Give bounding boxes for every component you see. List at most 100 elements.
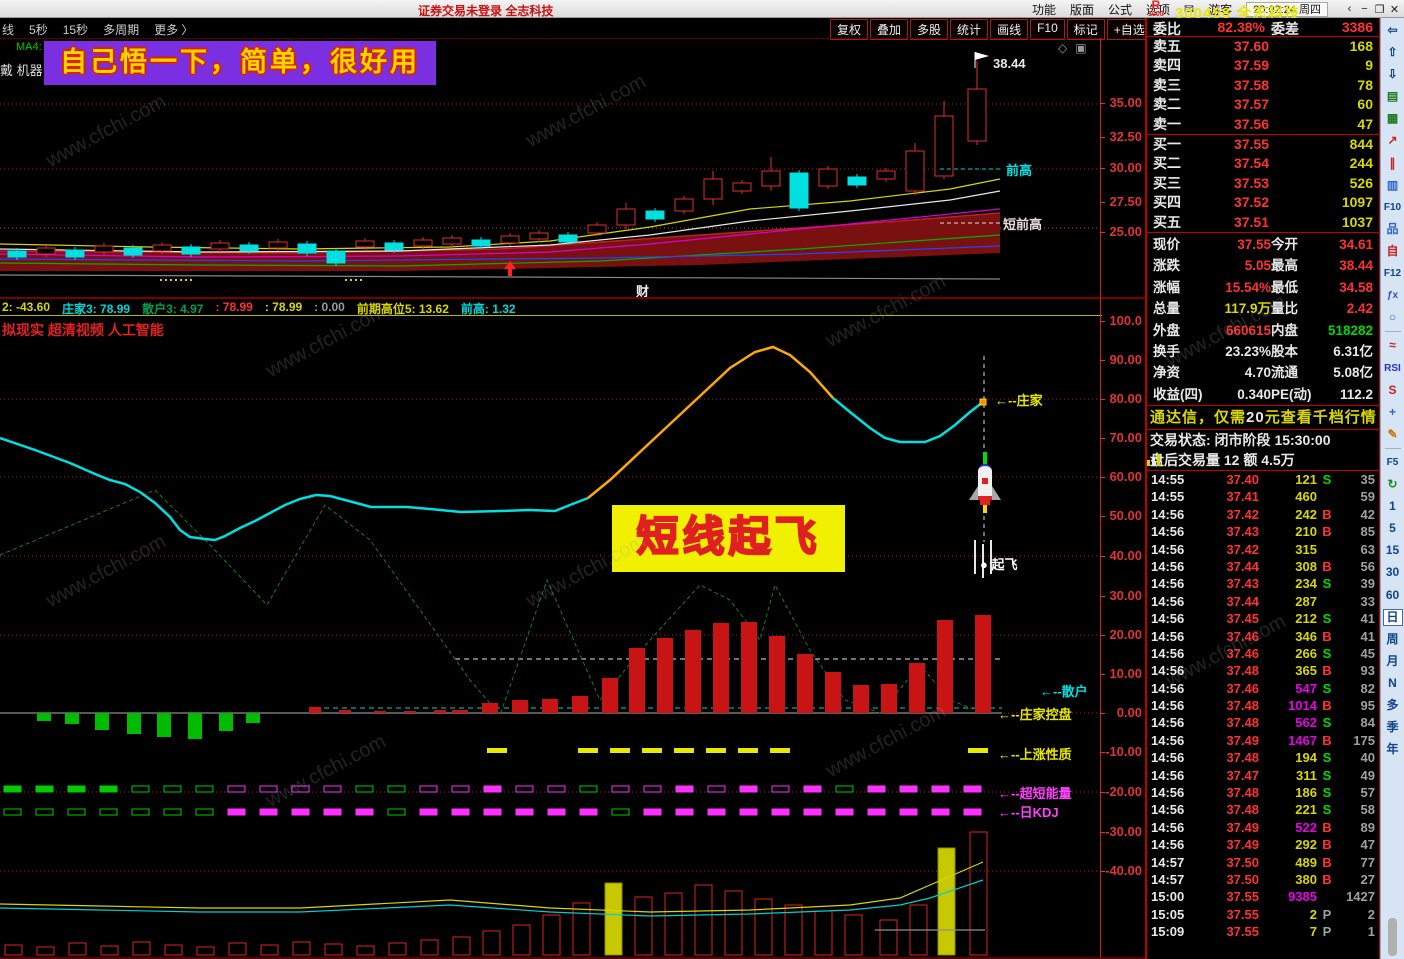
tick-row: 14:56 37.47 311 S 49	[1151, 767, 1375, 783]
tick-row: 15:00 37.55 9385 1427	[1151, 889, 1375, 905]
annotation-banner: 自己悟一下，简单，很好用	[44, 41, 436, 85]
tick-row: 14:56 37.48 186 S 57	[1151, 785, 1375, 801]
tick-row: 14:56 37.46 547 S 82	[1151, 680, 1375, 696]
period-60-tab[interactable]: 60	[1383, 587, 1403, 604]
period-1-tab[interactable]: 1	[1383, 498, 1403, 515]
toolbar-button-复权[interactable]: 复权	[830, 19, 869, 40]
close-button[interactable]: ✕	[1387, 3, 1402, 16]
period-quick-0[interactable]: 线	[2, 21, 14, 38]
weibi-row: 委比 82.38% 委差 3386	[1147, 18, 1379, 37]
buy-row: 买二 37.54 244	[1153, 155, 1373, 172]
f12-button[interactable]: F12	[1383, 265, 1403, 282]
period-quick-2[interactable]: 15秒	[63, 21, 88, 38]
period-multi-tab[interactable]: 多	[1383, 697, 1403, 714]
tick-row: 14:56 37.42 315 63	[1151, 541, 1375, 557]
f5-button[interactable]: F5	[1383, 454, 1403, 471]
custom-stock-icon[interactable]: 自	[1383, 243, 1403, 260]
axis-label: 50.00	[1109, 508, 1142, 523]
toolbar-button-画线[interactable]: 画线	[990, 19, 1029, 40]
toolbar-button-F10[interactable]: F10	[1030, 19, 1065, 40]
sell-row: 卖二 37.57 60	[1153, 96, 1373, 113]
tick-row: 14:56 37.46 266 S 45	[1151, 645, 1375, 661]
indicator-line-label: ←--上涨性质	[998, 747, 1072, 762]
menu-gongshi[interactable]: 公式	[1108, 1, 1132, 18]
period-week-tab[interactable]: 周	[1383, 631, 1403, 648]
period-quick-1[interactable]: 5秒	[29, 21, 48, 38]
report-icon[interactable]: ▤	[1383, 88, 1403, 105]
f10-button[interactable]: F10	[1383, 199, 1403, 216]
promo-banner[interactable]: 通达信，仅需20元查看千档行情	[1147, 406, 1379, 430]
tick-list[interactable]: 14:55 37.40 121 S 35 14:55 37.41 460 59 14:56 37.4…	[1147, 471, 1379, 959]
quote-panel: 委比 82.38% 委差 3386 卖五 37.60 168 卖四 37.59 9 卖三 37.5…	[1145, 18, 1380, 959]
period-quarter-tab[interactable]: 季	[1383, 719, 1403, 736]
back-icon[interactable]: ⇦	[1383, 22, 1403, 39]
trend-chart-icon[interactable]: ↗	[1383, 132, 1403, 149]
period-year-tab[interactable]: 年	[1383, 741, 1403, 758]
period-15-tab[interactable]: 15	[1383, 542, 1403, 559]
scroll-up-icon[interactable]: ⇧	[1383, 44, 1403, 61]
window-controls: ‹ − ❐ ✕	[1342, 3, 1402, 16]
menu-gongneng[interactable]: 功能	[1032, 1, 1056, 18]
period-month-tab[interactable]: 月	[1383, 653, 1403, 670]
axis-label: 20.00	[1109, 627, 1142, 642]
tick-row: 14:56 37.44 287 33	[1151, 593, 1375, 609]
indicator-line-label: ←--日KDJ	[998, 805, 1059, 820]
afterhours-volume: 盘后交易量 12 额 4.5万	[1147, 450, 1379, 471]
indicator-value: : 0.00	[314, 300, 345, 314]
indicator-value: 2: -43.60	[2, 300, 51, 314]
minimize-button[interactable]: −	[1357, 3, 1372, 16]
concept-text-indicator: 拟现实 超清视频 人工智能	[2, 322, 164, 338]
info-row: 外盘 660615 内盘 518282	[1153, 322, 1373, 338]
split-pane-icon[interactable]: ▣	[1075, 41, 1086, 55]
period-quick-3[interactable]: 多周期	[103, 21, 139, 38]
chart-corner-tools: ◇ ▣	[1058, 41, 1087, 55]
pane-separator	[0, 297, 1145, 299]
quote-table-icon[interactable]: ▦	[1383, 110, 1403, 127]
diamond-icon[interactable]: ◇	[1058, 41, 1067, 55]
wave-indicator-icon[interactable]: ≈	[1383, 337, 1403, 354]
toolbar-button-统计[interactable]: 统计	[950, 19, 989, 40]
scrollbar-thumb[interactable]	[1388, 918, 1397, 956]
news-icon[interactable]: ▥	[1383, 177, 1403, 194]
menu-banmian[interactable]: 版面	[1070, 1, 1094, 18]
money-icon[interactable]: S	[1383, 382, 1403, 399]
tick-row: 14:56 37.45 212 S 41	[1151, 611, 1375, 627]
draw-icon[interactable]: ✎	[1383, 426, 1403, 443]
period-quick-4[interactable]: 更多 〉	[154, 21, 193, 38]
move-icon[interactable]: +	[1383, 404, 1403, 421]
axis-label: 32.50	[1109, 129, 1142, 144]
info-row: 涨跌 5.05 最高 38.44	[1153, 258, 1373, 274]
takeoff-banner: 短线起飞	[612, 505, 845, 572]
axis-label: 90.00	[1109, 352, 1142, 367]
axis-label: 100.0	[1109, 313, 1142, 328]
mark-circle-icon[interactable]: ○	[1383, 309, 1403, 326]
tick-row: 14:56 37.48 1014 B 95	[1151, 698, 1375, 714]
collapse-button[interactable]: ‹	[1342, 3, 1357, 16]
axis-label: 60.00	[1109, 469, 1142, 484]
market-flag: R 1000	[1148, 0, 1164, 18]
period-day-tab[interactable]: 日	[1382, 608, 1403, 626]
indicator-value: 散户3: 4.97	[142, 302, 204, 315]
tick-row: 14:56 37.49 522 B 89	[1151, 819, 1375, 835]
period-5-tab[interactable]: 5	[1383, 520, 1403, 537]
refresh-icon[interactable]: ↻	[1383, 476, 1403, 493]
toolbar-button-多股[interactable]: 多股	[910, 19, 949, 40]
kline-chart-icon[interactable]: ∥	[1383, 155, 1403, 172]
axis-label: 27.50	[1109, 194, 1142, 209]
tick-row: 14:56 37.42 242 B 42	[1151, 506, 1375, 522]
mini-bars-icon[interactable]	[1147, 454, 1161, 466]
sector-tree-icon[interactable]: 品	[1383, 221, 1403, 238]
toolbar-button-叠加[interactable]: 叠加	[870, 19, 909, 40]
restore-button[interactable]: ❐	[1372, 3, 1387, 16]
axis-label: -20.00	[1105, 784, 1142, 799]
toolbar-button-标记[interactable]: 标记	[1066, 19, 1105, 40]
axis-label: 0.00	[1116, 705, 1142, 720]
formula-icon[interactable]: ƒx	[1383, 287, 1403, 304]
rsi-button[interactable]: RSI	[1383, 360, 1403, 377]
period-30-tab[interactable]: 30	[1383, 564, 1403, 581]
period-n-tab[interactable]: N	[1383, 675, 1403, 692]
indicator-chart[interactable]	[0, 316, 1100, 959]
axis-label: -10.00	[1105, 744, 1142, 759]
rocket-exhaust-line	[974, 540, 976, 574]
scroll-down-icon[interactable]: ⇩	[1383, 66, 1403, 83]
